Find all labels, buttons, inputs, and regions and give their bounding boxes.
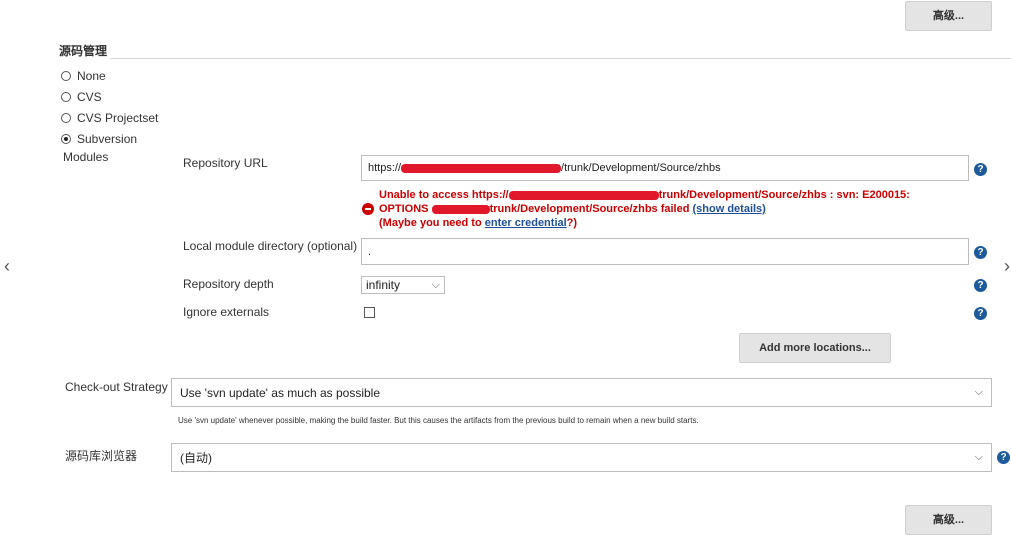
chevron-down-icon: ⌵: [974, 451, 983, 463]
ignore-externals-checkbox[interactable]: [364, 307, 375, 318]
browser-value: (自动): [180, 451, 212, 465]
radio-subversion[interactable]: Subversion: [61, 132, 137, 146]
help-icon[interactable]: ?: [974, 163, 987, 176]
help-icon[interactable]: ?: [974, 246, 987, 259]
redacted-mark: [431, 204, 490, 214]
url-prefix: https://: [368, 162, 402, 174]
help-icon[interactable]: ?: [997, 451, 1010, 464]
error-text: Unable to access https://: [379, 189, 509, 201]
prev-arrow-icon[interactable]: ‹: [4, 256, 10, 277]
enter-credential-link[interactable]: enter credential: [485, 217, 567, 229]
error-text: trunk/Development/Source/zhbs : svn: E20…: [658, 189, 910, 201]
chevron-down-icon: ⌵: [431, 278, 440, 291]
radio-cvs[interactable]: CVS: [61, 90, 102, 104]
scm-section-title: 源码管理: [59, 44, 108, 58]
repository-url-input[interactable]: https:// /trunk/Development/Source/zhbs: [361, 155, 969, 181]
error-line-3: (Maybe you need to enter credential?): [379, 217, 577, 230]
local-module-dir-label: Local module directory (optional): [183, 239, 358, 253]
repo-browser-label: 源码库浏览器: [65, 449, 138, 463]
help-icon[interactable]: ?: [974, 279, 987, 292]
radio-none[interactable]: None: [61, 69, 106, 83]
modules-label: Modules: [63, 150, 109, 164]
help-icon[interactable]: ?: [974, 307, 987, 320]
repository-url-label: Repository URL: [183, 156, 268, 170]
error-text: trunk/Development/Source/zhbs failed: [489, 203, 690, 215]
ignore-externals-label: Ignore externals: [183, 305, 270, 319]
radio-checked-icon: [61, 134, 71, 144]
redacted-mark: [401, 163, 562, 173]
radio-circle-icon: [61, 71, 71, 81]
advanced-button-top[interactable]: 高级...: [905, 1, 992, 31]
local-module-dir-input[interactable]: .: [361, 238, 969, 265]
radio-label: None: [77, 69, 106, 83]
radio-circle-icon: [61, 113, 71, 123]
next-arrow-icon[interactable]: ›: [1004, 256, 1010, 277]
redacted-mark: [508, 190, 659, 200]
radio-label: CVS: [77, 90, 102, 104]
add-more-locations-button[interactable]: Add more locations...: [739, 333, 891, 363]
section-divider: [110, 58, 1011, 59]
radio-cvs-projectset[interactable]: CVS Projectset: [61, 111, 158, 125]
error-line-1: Unable to access https:// trunk/Developme…: [379, 189, 910, 202]
repository-depth-select[interactable]: infinity ⌵: [361, 276, 445, 294]
repo-browser-select[interactable]: (自动) ⌵: [171, 443, 992, 472]
chevron-down-icon: ⌵: [974, 386, 983, 398]
checkout-strategy-select[interactable]: Use 'svn update' as much as possible ⌵: [171, 378, 992, 407]
checkout-value: Use 'svn update' as much as possible: [180, 385, 381, 400]
error-text: ?): [566, 217, 578, 229]
depth-value: infinity: [366, 278, 401, 292]
checkout-strategy-label: Check-out Strategy: [65, 380, 168, 394]
error-icon: [362, 203, 374, 215]
checkout-description: Use 'svn update' whenever possible, maki…: [178, 416, 699, 425]
radio-circle-icon: [61, 92, 71, 102]
error-text: OPTIONS: [379, 203, 432, 215]
radio-label: CVS Projectset: [77, 111, 159, 125]
show-details-link[interactable]: (show details): [693, 203, 766, 215]
error-text: (Maybe you need to: [379, 217, 485, 229]
error-line-2: OPTIONS trunk/Development/Source/zhbs fa…: [379, 203, 766, 216]
advanced-button-bottom[interactable]: 高级...: [905, 505, 992, 535]
url-suffix: /trunk/Development/Source/zhbs: [561, 162, 721, 174]
repository-depth-label: Repository depth: [183, 277, 274, 291]
radio-label: Subversion: [77, 132, 138, 146]
local-dir-value: .: [368, 245, 372, 258]
